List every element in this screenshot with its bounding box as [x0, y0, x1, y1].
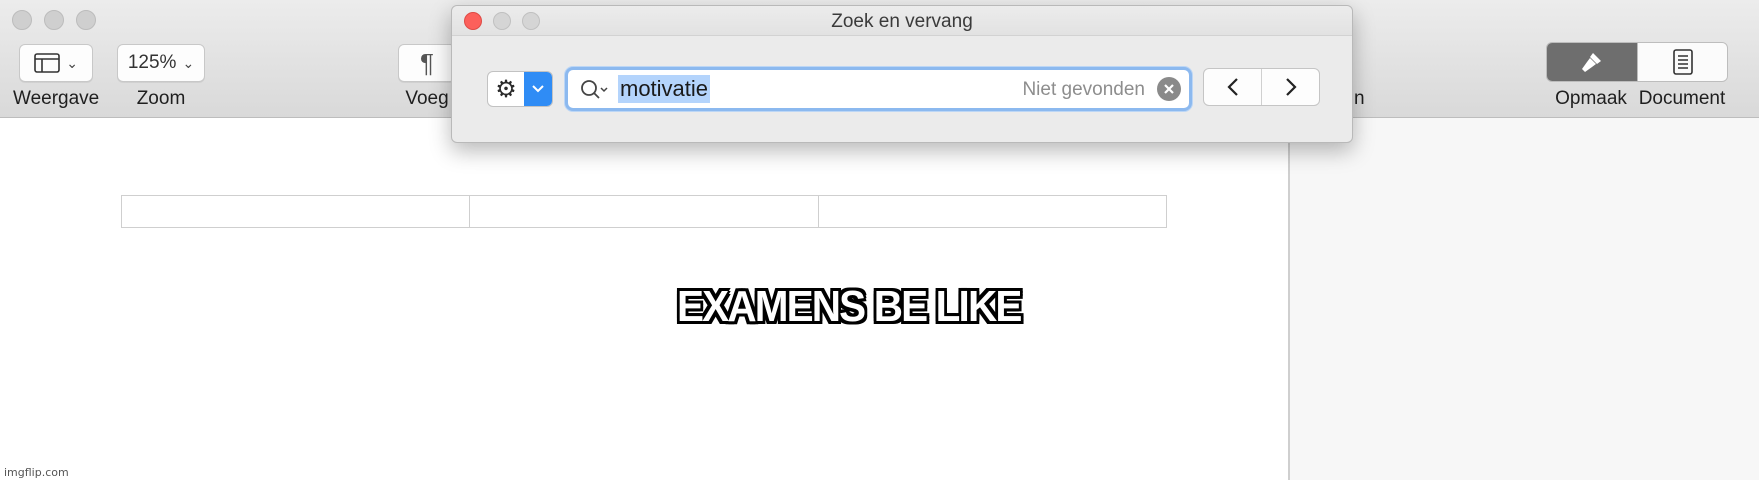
close-icon — [1164, 84, 1174, 94]
inspector-sidebar — [1288, 118, 1759, 480]
format-button[interactable] — [1547, 43, 1637, 81]
table-cell[interactable] — [122, 196, 469, 227]
window-close-button[interactable] — [12, 10, 32, 30]
format-label: Opmaak — [1555, 88, 1627, 109]
find-window-title: Zoek en vervang — [831, 11, 973, 32]
view-control: ⌄ Weergave — [13, 44, 99, 110]
view-label: Weergave — [13, 88, 100, 109]
search-status: Niet gevonden — [1022, 79, 1145, 100]
gear-icon: ⚙ — [495, 75, 517, 103]
insert-label: Voeg — [405, 88, 449, 109]
find-titlebar: Zoek en vervang — [452, 6, 1352, 36]
zoom-select[interactable]: 125% ⌄ — [117, 44, 205, 82]
document-table[interactable] — [121, 195, 1167, 228]
chevron-down-icon — [532, 85, 544, 93]
zoom-label: Zoom — [136, 88, 186, 109]
zoom-control: 125% ⌄ Zoom — [117, 44, 205, 110]
inspector-toggle: Opmaak Document — [1546, 42, 1728, 110]
hidden-toolbar-label: n — [1354, 88, 1365, 109]
clear-search-icon[interactable] — [1157, 77, 1181, 101]
sidebar-layout-icon — [34, 53, 61, 73]
pilcrow-icon: ¶ — [420, 47, 434, 78]
watermark: imgflip.com — [4, 466, 69, 479]
next-match-button[interactable] — [1261, 69, 1319, 105]
find-options-button[interactable]: ⚙ — [487, 71, 553, 107]
find-navigation — [1203, 68, 1320, 106]
document-icon — [1672, 49, 1693, 75]
view-button[interactable]: ⌄ — [19, 44, 94, 82]
search-input[interactable]: motivatie — [618, 75, 711, 103]
chevron-down-icon: ⌄ — [66, 54, 78, 71]
insert-control: ¶ Voeg — [398, 44, 456, 110]
document-label: Document — [1638, 88, 1726, 109]
previous-match-button[interactable] — [1204, 69, 1261, 105]
window-minimize-button[interactable] — [44, 10, 64, 30]
table-cell[interactable] — [817, 196, 1166, 227]
chevron-left-icon — [1226, 78, 1238, 96]
meme-caption: EXAMENS BE LIKE — [677, 282, 1022, 331]
zoom-value: 125% — [127, 52, 177, 73]
inspector-segmented-control — [1546, 42, 1728, 82]
insert-button[interactable]: ¶ — [398, 44, 456, 82]
search-icon — [581, 80, 608, 99]
options-dropdown-toggle[interactable] — [524, 72, 552, 106]
chevron-down-icon: ⌄ — [182, 54, 195, 71]
paintbrush-icon — [1582, 53, 1601, 72]
chevron-right-icon — [1285, 78, 1297, 96]
search-field[interactable]: motivatie Niet gevonden — [565, 67, 1192, 111]
document-button[interactable] — [1637, 43, 1727, 81]
window-zoom-button[interactable] — [76, 10, 96, 30]
find-replace-window: Zoek en vervang ⚙ motivatie Niet gevonde… — [451, 5, 1353, 143]
table-cell[interactable] — [469, 196, 817, 227]
